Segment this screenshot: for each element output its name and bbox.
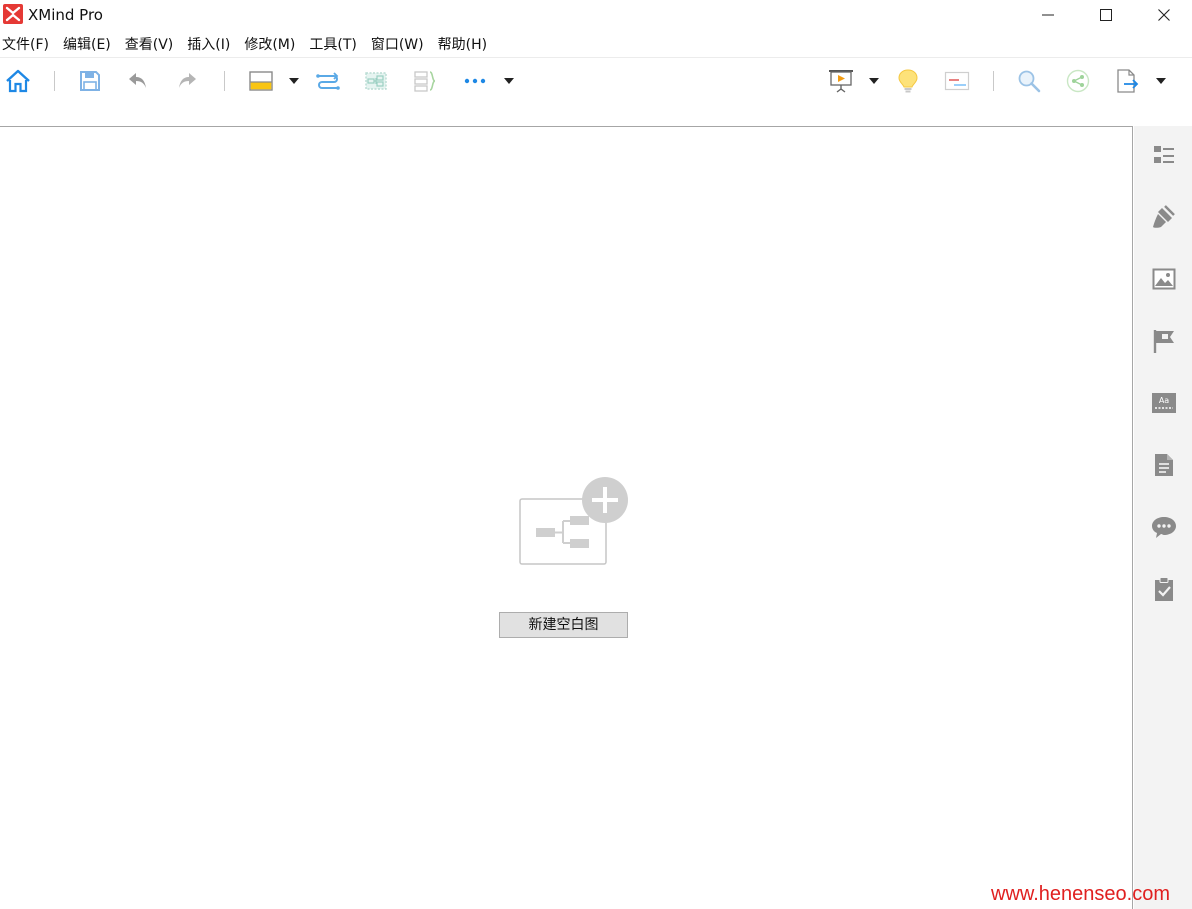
menu-divider [0,57,1192,58]
redo-icon [179,73,196,88]
search-icon [1018,70,1041,93]
menu-edit[interactable]: 编辑(E) [62,34,112,56]
menu-view[interactable]: 查看(V) [124,34,175,56]
home-icon [6,69,30,93]
home-button[interactable] [4,67,32,95]
chevron-down-icon [289,78,299,84]
export-dropdown[interactable] [1153,73,1169,89]
presentation-icon [829,70,853,93]
redo-button[interactable] [173,67,201,95]
comments-button[interactable] [1150,513,1178,541]
notes-button[interactable] [1150,451,1178,479]
new-map-icon [519,477,628,565]
chevron-down-icon [504,78,514,84]
gantt-icon [944,71,970,91]
boundary-icon [365,72,387,90]
marker-flag-icon [1153,330,1174,353]
toolbar-divider [54,71,55,91]
more-icon [464,78,486,84]
menu-window[interactable]: 窗口(W) [370,34,425,56]
gantt-button[interactable] [943,67,971,95]
text-style-button[interactable]: Aa [1150,389,1178,417]
presentation-dropdown[interactable] [866,73,882,89]
summary-button[interactable] [411,67,439,95]
title-bar: XMind Pro [0,0,1192,30]
menu-modify[interactable]: 修改(M) [243,34,296,56]
undo-icon [129,73,146,88]
chevron-down-icon [869,78,879,84]
format-button[interactable] [1150,203,1178,231]
more-dropdown[interactable] [501,73,517,89]
topic-button[interactable] [247,67,275,95]
more-button[interactable] [461,67,489,95]
minimize-button[interactable] [1019,0,1077,30]
close-icon [1158,9,1170,21]
summary-icon [414,71,436,92]
svg-text:Aa: Aa [1159,396,1169,405]
maximize-icon [1100,9,1112,21]
minimize-icon [1042,14,1054,16]
relationship-icon [316,72,340,90]
menu-insert[interactable]: 插入(I) [186,34,231,56]
share-button[interactable] [1064,67,1092,95]
window-title: XMind Pro [28,6,103,24]
menu-file[interactable]: 文件(F) [1,34,50,56]
close-button[interactable] [1135,0,1192,30]
format-brush-icon [1153,205,1175,228]
save-icon [80,71,100,91]
comments-icon [1152,517,1176,538]
save-button[interactable] [76,67,104,95]
task-button[interactable] [1150,575,1178,603]
marker-button[interactable] [1150,327,1178,355]
xmind-logo-icon [3,4,23,24]
outline-icon [1154,146,1174,163]
presentation-button[interactable] [827,67,855,95]
brainstorm-icon [898,69,918,93]
outline-button[interactable] [1150,141,1178,169]
chevron-down-icon [1156,78,1166,84]
menu-help[interactable]: 帮助(H) [437,34,488,56]
boundary-button[interactable] [362,67,390,95]
toolbar-divider [224,71,225,91]
text-style-icon: Aa [1152,393,1176,413]
maximize-button[interactable] [1077,0,1135,30]
image-button[interactable] [1150,265,1178,293]
topic-dropdown[interactable] [286,73,302,89]
new-blank-map-button[interactable]: 新建空白图 [499,612,628,638]
search-button[interactable] [1015,67,1043,95]
menu-bar: 文件(F) 编辑(E) 查看(V) 插入(I) 修改(M) 工具(T) 窗口(W… [0,34,500,56]
brainstorm-button[interactable] [894,67,922,95]
share-icon [1066,69,1090,93]
watermark-text: www.henenseo.com [991,883,1170,905]
new-map-illustration[interactable] [519,477,631,567]
relationship-button[interactable] [314,67,342,95]
undo-button[interactable] [124,67,152,95]
export-button[interactable] [1113,67,1141,95]
topic-icon [249,71,273,91]
export-icon [1117,69,1139,93]
image-icon [1152,268,1176,290]
toolbar-divider [993,71,994,91]
notes-icon [1155,454,1173,476]
task-icon [1155,577,1173,601]
menu-tools[interactable]: 工具(T) [308,34,357,56]
